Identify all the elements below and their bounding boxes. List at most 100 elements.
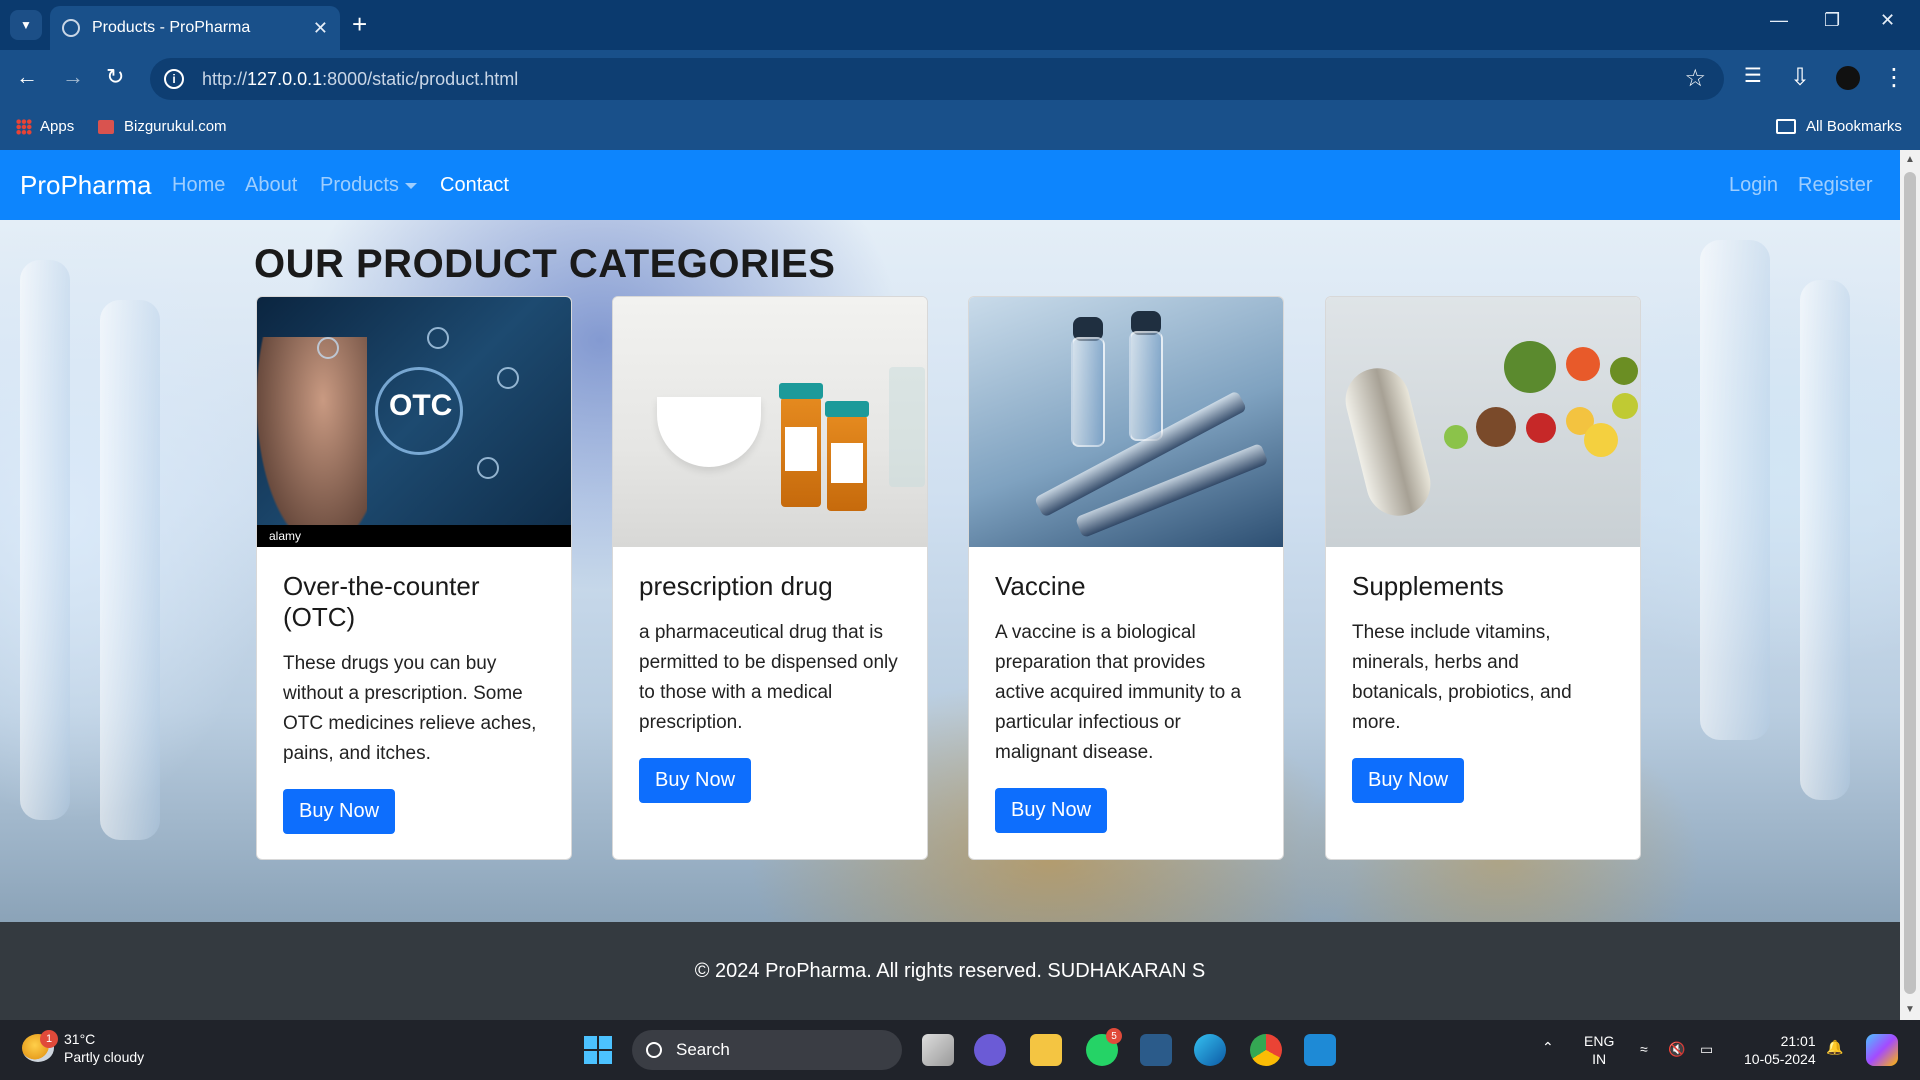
search-label: Search: [676, 1040, 730, 1059]
nav-login[interactable]: Login: [1729, 174, 1778, 197]
syringe-shape: [1074, 442, 1269, 539]
card-title: Vaccine: [995, 571, 1086, 601]
minimize-button[interactable]: —: [1770, 10, 1788, 31]
media-control-icon[interactable]: ☰: [1744, 63, 1762, 88]
globe-icon: [62, 19, 80, 37]
all-bookmarks-button[interactable]: All Bookmarks: [1776, 118, 1902, 135]
ui-dot-shape: [497, 367, 519, 389]
language-indicator[interactable]: ENG IN: [1584, 1032, 1614, 1068]
file-explorer-icon[interactable]: [1030, 1034, 1062, 1066]
nav-register[interactable]: Register: [1798, 174, 1872, 197]
nav-products-label: Products: [320, 174, 399, 196]
bookmark-apps[interactable]: Apps: [16, 118, 74, 135]
address-bar[interactable]: i http://127.0.0.1:8000/static/product.h…: [150, 58, 1724, 100]
notification-bell-icon[interactable]: 🔔: [1826, 1038, 1843, 1056]
edge-browser-icon[interactable]: [1194, 1034, 1226, 1066]
glass-shape: [889, 367, 925, 487]
otc-image: OTC alamy: [257, 297, 571, 547]
weather-widget[interactable]: 1 31°C Partly cloudy: [22, 1030, 144, 1066]
product-card-otc: OTC alamy Over-the-counter (OTC) These d…: [256, 296, 572, 860]
fruit-shape: [1566, 347, 1600, 381]
buy-now-button[interactable]: Buy Now: [639, 758, 752, 803]
chevron-up-icon[interactable]: ⌃: [1542, 1038, 1554, 1056]
restore-button[interactable]: ❐: [1824, 10, 1840, 31]
card-text: a pharmaceutical drug that is permitted …: [639, 622, 898, 733]
download-icon[interactable]: ⇩: [1790, 63, 1810, 92]
nav-contact[interactable]: Contact: [440, 174, 509, 197]
hero-background: OUR PRODUCT CATEGORIES OTC alamy Over-th…: [0, 220, 1900, 922]
reload-button[interactable]: ↻: [106, 64, 124, 90]
fruit-shape: [1612, 393, 1638, 419]
whatsapp-icon[interactable]: 5: [1086, 1028, 1122, 1066]
brand-logo[interactable]: ProPharma: [20, 170, 152, 201]
weather-badge: 1: [40, 1030, 58, 1048]
bookmarks-bar: Apps Bizgurukul.com All Bookmarks: [0, 108, 1920, 150]
lab-glass-decoration: [1700, 240, 1770, 740]
weather-desc: Partly cloudy: [64, 1049, 145, 1065]
lab-glass-decoration: [1800, 280, 1850, 800]
tab-search-button[interactable]: ▼: [10, 10, 42, 40]
close-window-button[interactable]: ✕: [1880, 10, 1895, 31]
clock[interactable]: 21:01 10-05-2024: [1744, 1032, 1816, 1068]
wifi-icon[interactable]: ≈: [1640, 1040, 1648, 1058]
volume-muted-icon[interactable]: 🔇: [1668, 1040, 1685, 1058]
url-path: :8000/static/product.html: [322, 68, 519, 89]
bookmark-star-icon[interactable]: ☆: [1684, 64, 1706, 93]
browser-tab[interactable]: Products - ProPharma ✕: [50, 6, 340, 50]
bottle-label-shape: [785, 427, 817, 471]
copilot-icon[interactable]: [1866, 1034, 1898, 1066]
nav-home[interactable]: Home: [172, 174, 225, 197]
watermark-strip: alamy: [257, 525, 571, 547]
lab-glass-decoration: [20, 260, 70, 820]
clock-time: 21:01: [1780, 1033, 1816, 1049]
teams-chat-icon[interactable]: [974, 1034, 1006, 1066]
scroll-up-icon[interactable]: ▲: [1905, 154, 1915, 165]
card-title: Over-the-counter (OTC): [283, 571, 480, 632]
otc-image-caption: OTC: [389, 389, 453, 422]
forward-button[interactable]: →: [62, 64, 84, 90]
profile-avatar[interactable]: [1836, 66, 1860, 90]
lang-bottom: IN: [1592, 1051, 1607, 1067]
menu-kebab-icon[interactable]: ⋮: [1882, 63, 1906, 92]
taskbar-search[interactable]: Search: [632, 1030, 902, 1070]
prescription-image: [613, 297, 927, 547]
card-body: Vaccine A vaccine is a biological prepar…: [969, 547, 1283, 857]
ui-dot-shape: [477, 457, 499, 479]
vial-shape: [1071, 337, 1105, 447]
new-tab-button[interactable]: +: [352, 11, 367, 37]
lemon-shape: [1584, 423, 1618, 457]
buy-now-button[interactable]: Buy Now: [995, 788, 1108, 833]
url-prefix: http://: [202, 68, 248, 89]
site-info-icon[interactable]: i: [164, 69, 184, 89]
close-tab-icon[interactable]: ✕: [313, 18, 328, 39]
capsule-shape: [1338, 361, 1438, 523]
clock-date: 10-05-2024: [1744, 1051, 1816, 1067]
battery-icon[interactable]: ▭: [1700, 1040, 1713, 1058]
buy-now-button[interactable]: Buy Now: [1352, 758, 1465, 803]
all-bookmarks-label: All Bookmarks: [1806, 118, 1902, 135]
nav-about[interactable]: About: [245, 174, 297, 197]
product-card-vaccine: Vaccine A vaccine is a biological prepar…: [968, 296, 1284, 860]
start-tile-shape: [599, 1051, 612, 1064]
buy-now-button[interactable]: Buy Now: [283, 789, 396, 834]
task-view-icon[interactable]: [922, 1034, 954, 1066]
mysql-workbench-icon[interactable]: [1140, 1034, 1172, 1066]
site-footer: © 2024 ProPharma. All rights reserved. S…: [0, 922, 1900, 1020]
lab-glass-decoration: [100, 300, 160, 840]
card-body: Supplements These include vitamins, mine…: [1326, 547, 1640, 827]
windows-start-button[interactable]: [584, 1036, 612, 1064]
nav-products-dropdown[interactable]: Products: [320, 174, 417, 197]
chrome-browser-icon[interactable]: [1250, 1034, 1282, 1066]
scroll-down-icon[interactable]: ▼: [1905, 1004, 1915, 1015]
search-icon: [646, 1042, 662, 1058]
start-tile-shape: [584, 1051, 597, 1064]
card-title: Supplements: [1352, 571, 1504, 601]
broccoli-shape: [1504, 341, 1556, 393]
back-button[interactable]: ←: [16, 64, 38, 90]
vscode-icon[interactable]: [1304, 1034, 1336, 1066]
page-scrollbar[interactable]: ▲ ▼: [1900, 150, 1920, 1020]
scrollbar-thumb[interactable]: [1904, 172, 1916, 994]
card-body: prescription drug a pharmaceutical drug …: [613, 547, 927, 827]
bookmark-bizgurukul[interactable]: Bizgurukul.com: [98, 118, 227, 135]
card-title: prescription drug: [639, 571, 833, 601]
